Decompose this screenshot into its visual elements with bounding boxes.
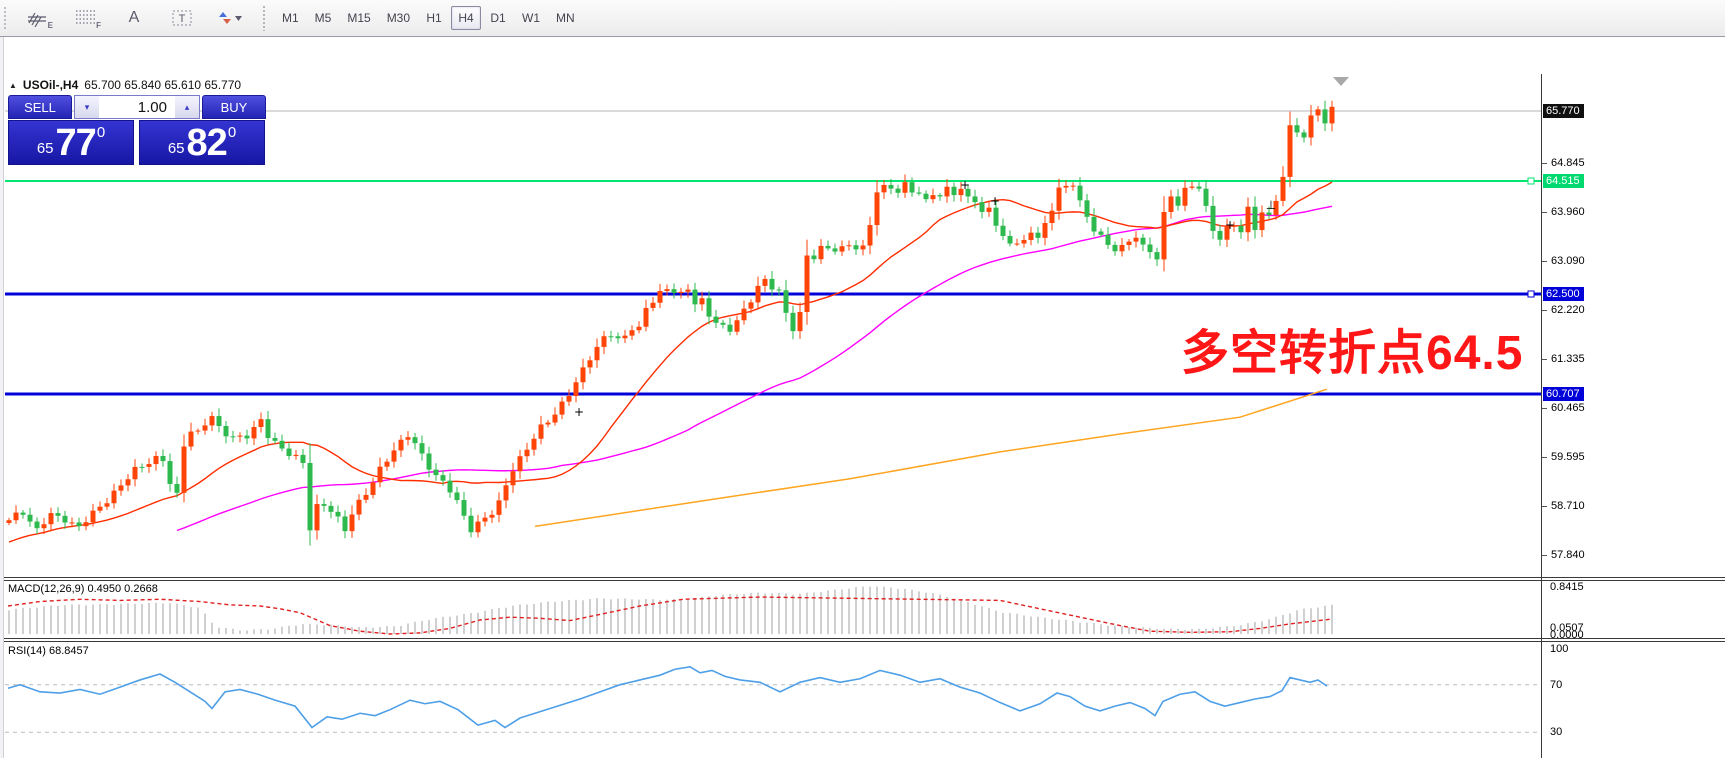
timeframe-button-M5[interactable]: M5 bbox=[308, 6, 339, 30]
chart-annotation-text: 多空转折点64.5 bbox=[1181, 313, 1523, 383]
ohlc-values: 65.700 65.840 65.610 65.770 bbox=[84, 78, 241, 92]
price-tick: 61.335 bbox=[1551, 353, 1585, 365]
buy-price-box[interactable]: 65820 bbox=[139, 120, 265, 165]
svg-text:+: + bbox=[1225, 218, 1235, 232]
timeframe-button-M30[interactable]: M30 bbox=[380, 6, 417, 30]
indicator-axis-label: 100 bbox=[1550, 643, 1568, 655]
price-tick: 60.465 bbox=[1551, 402, 1585, 414]
price-level-box: 62.500 bbox=[1543, 287, 1584, 301]
symbol-label: USOil-,H4 bbox=[23, 78, 78, 92]
indicator-axis-label: 70 bbox=[1550, 679, 1562, 691]
price-axis[interactable]: 64.845 63.960 63.090 62.220 61.335 60.465 59.5… bbox=[1542, 74, 1725, 578]
indicator-axis-label: 0.0000 bbox=[1550, 629, 1584, 641]
svg-text:+: + bbox=[960, 178, 970, 192]
price-tick: 58.710 bbox=[1551, 500, 1585, 512]
text-label-icon[interactable]: A bbox=[115, 4, 153, 32]
price-level-box: 65.770 bbox=[1543, 104, 1584, 118]
price-tick: 64.845 bbox=[1551, 157, 1585, 169]
timeframe-button-W1[interactable]: W1 bbox=[515, 6, 547, 30]
toolbar-drag-handle[interactable] bbox=[3, 6, 8, 30]
timeframe-button-H1[interactable]: H1 bbox=[419, 6, 449, 30]
sell-button[interactable]: SELL bbox=[8, 95, 72, 119]
toolbar: E F A T M1M5M15M30H1H4D1W1MN bbox=[0, 0, 1725, 37]
price-tick: 59.595 bbox=[1551, 451, 1585, 463]
price-level-box: 60.707 bbox=[1543, 387, 1584, 401]
price-level-box: 64.515 bbox=[1543, 174, 1584, 188]
price-tick: 62.220 bbox=[1551, 304, 1585, 316]
price-tick: 63.960 bbox=[1551, 206, 1585, 218]
volume-spinner: ▾ 1.00 ▴ bbox=[74, 95, 200, 119]
arrow-objects-icon[interactable] bbox=[211, 4, 249, 32]
macd-label: MACD(12,26,9) 0.4950 0.2668 bbox=[8, 583, 158, 595]
price-tick: 57.840 bbox=[1551, 549, 1585, 561]
svg-text:+: + bbox=[574, 405, 584, 419]
price-tick: 63.090 bbox=[1551, 255, 1585, 267]
timeframe-group: M1M5M15M30H1H4D1W1MN bbox=[274, 6, 583, 30]
svg-text:+: + bbox=[990, 194, 1000, 208]
timeframe-button-D1[interactable]: D1 bbox=[483, 6, 513, 30]
timeframe-button-M15[interactable]: M15 bbox=[340, 6, 377, 30]
rsi-label: RSI(14) 68.8457 bbox=[8, 645, 89, 657]
chart-title: ▲ USOil-,H4 65.700 65.840 65.610 65.770 bbox=[9, 78, 241, 92]
buy-button[interactable]: BUY bbox=[202, 95, 266, 119]
chart-area: + + + + ⊥ ▲ USOil-,H4 65.700 65.840 65.610 6… bbox=[0, 37, 1725, 758]
one-click-trade-panel: SELL ▾ 1.00 ▴ BUY 65770 65820 bbox=[8, 95, 266, 165]
svg-text:T: T bbox=[179, 13, 186, 25]
trading-terminal: E F A T M1M5M15M30H1H4D1W1MN + + + + ⊥ bbox=[0, 0, 1725, 758]
svg-text:⊥: ⊥ bbox=[1266, 198, 1276, 212]
timeframe-button-MN[interactable]: MN bbox=[549, 6, 582, 30]
pattern-draw-icon[interactable]: E bbox=[19, 4, 57, 32]
chart-end-marker-icon bbox=[1333, 77, 1349, 86]
indicator-axis-label: 30 bbox=[1550, 726, 1562, 738]
macd-panel-separator[interactable] bbox=[0, 577, 1725, 581]
rsi-panel-separator[interactable] bbox=[0, 638, 1725, 642]
text-box-icon[interactable]: T bbox=[163, 4, 201, 32]
collapse-arrow-icon[interactable]: ▲ bbox=[9, 81, 17, 90]
rsi-canvas bbox=[0, 641, 1545, 758]
indicator-axis-label: 0.8415 bbox=[1550, 581, 1584, 593]
window-left-edge bbox=[0, 37, 4, 758]
volume-input[interactable]: 1.00 bbox=[99, 96, 175, 118]
fib-grid-icon[interactable]: F bbox=[67, 4, 105, 32]
macd-canvas bbox=[0, 580, 1545, 639]
timeframe-button-H4[interactable]: H4 bbox=[451, 6, 481, 30]
sell-price-box[interactable]: 65770 bbox=[8, 120, 134, 165]
volume-down-button[interactable]: ▾ bbox=[75, 96, 99, 118]
timeframe-button-M1[interactable]: M1 bbox=[275, 6, 306, 30]
axis-separator bbox=[1541, 74, 1542, 758]
volume-up-button[interactable]: ▴ bbox=[175, 96, 199, 118]
toolbar-separator bbox=[262, 5, 266, 31]
